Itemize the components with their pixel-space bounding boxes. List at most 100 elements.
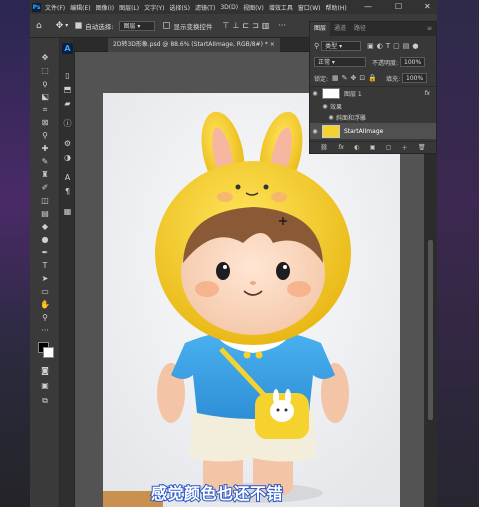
menu-filter[interactable]: 滤镜(T) bbox=[195, 3, 215, 12]
layer-row-1[interactable]: ◉ 图层 1 fx bbox=[310, 86, 436, 100]
frame-icon[interactable]: ⊠ bbox=[40, 118, 50, 128]
screen-mode-icon[interactable]: ▣ bbox=[40, 381, 50, 391]
blend-mode-value: 正常 bbox=[318, 59, 331, 66]
blur-icon[interactable]: ◆ bbox=[40, 222, 50, 232]
layer-row-startai[interactable]: ◉ StartAIImage bbox=[310, 123, 436, 139]
bevel-visibility-icon[interactable]: ◉ bbox=[326, 114, 336, 121]
auto-select-checkbox[interactable] bbox=[75, 22, 83, 29]
minimize-icon[interactable]: — bbox=[364, 2, 372, 11]
link-icon[interactable]: ⛓ bbox=[320, 144, 328, 151]
bevel-row[interactable]: ◉ 斜面和浮雕 bbox=[310, 112, 436, 122]
lock-icons[interactable]: ▦✎✥⊡🔒 bbox=[332, 74, 380, 82]
path-select-icon[interactable]: ➤ bbox=[40, 274, 50, 284]
delete-icon[interactable]: 🗑 bbox=[418, 144, 426, 151]
swatches-icon[interactable]: ▦ bbox=[62, 206, 73, 217]
opacity-label: 不透明度: bbox=[372, 59, 399, 67]
type-icon[interactable]: T bbox=[40, 261, 50, 271]
left-background bbox=[0, 0, 30, 507]
new-layer-icon[interactable]: ＋ bbox=[402, 143, 408, 152]
info-icon[interactable]: ⓘ bbox=[62, 118, 73, 129]
add-style-icon[interactable]: fx bbox=[338, 144, 344, 151]
blend-mode-dropdown[interactable]: 正常 ▾ bbox=[314, 57, 366, 67]
lasso-icon[interactable]: ϙ bbox=[40, 79, 50, 89]
brush-icon[interactable]: ✎ bbox=[40, 157, 50, 167]
tab-layers[interactable]: 图层 bbox=[310, 22, 331, 36]
effects-visibility-icon[interactable]: ◉ bbox=[320, 103, 330, 110]
effects-row[interactable]: ◉ 效果 bbox=[310, 101, 436, 111]
rectangle-icon[interactable]: ▭ bbox=[40, 287, 50, 297]
tab-channels[interactable]: 通道 bbox=[330, 22, 350, 36]
extras-icon[interactable]: ⧉ bbox=[40, 396, 50, 406]
layer-filter-row: ⚲ 类型 ▾ ▣◐T▢▤● bbox=[310, 40, 436, 52]
filter-icons[interactable]: ▣◐T▢▤● bbox=[367, 42, 421, 50]
menu-bar: Ps 文件(F) 编辑(E) 图像(I) 图层(L) 文字(Y) 选择(S) 滤… bbox=[30, 0, 437, 14]
menu-select[interactable]: 选择(S) bbox=[169, 3, 190, 12]
menu-image[interactable]: 图像(I) bbox=[96, 3, 114, 12]
hand-icon[interactable]: ✋ bbox=[40, 300, 50, 310]
lock-row: 锁定: ▦✎✥⊡🔒 填充: 100% bbox=[310, 72, 436, 84]
text-icon[interactable]: A bbox=[62, 172, 73, 183]
eyedropper-icon[interactable]: ⚲ bbox=[40, 131, 50, 141]
auto-select-dropdown[interactable]: 图层 ▾ bbox=[119, 20, 156, 31]
menu-window[interactable]: 窗口(W) bbox=[298, 3, 321, 12]
layer-filter-dropdown[interactable]: 类型 ▾ bbox=[321, 41, 362, 51]
crop-icon[interactable]: ⌗ bbox=[40, 105, 50, 115]
quick-mask-icon[interactable]: ◙ bbox=[40, 366, 50, 376]
paragraph-icon[interactable]: ⬒ bbox=[62, 84, 73, 95]
group-icon[interactable]: ▢ bbox=[386, 144, 392, 151]
character-icon[interactable]: ▯ bbox=[62, 70, 73, 81]
home-icon[interactable]: ⌂ bbox=[36, 21, 42, 31]
document-tab[interactable]: 2D转3D形象.psd @ 88.6% (StartAIImage, RGB/8… bbox=[108, 38, 280, 52]
menu-help[interactable]: 帮助(H) bbox=[326, 3, 347, 12]
eraser-icon[interactable]: ◫ bbox=[40, 196, 50, 206]
menu-type[interactable]: 文字(Y) bbox=[144, 3, 164, 12]
paragraph-mark-icon[interactable]: ¶ bbox=[62, 186, 73, 197]
fill-label: 填充: bbox=[385, 75, 400, 83]
adjustments-icon[interactable]: ◑ bbox=[62, 152, 73, 163]
stamp-icon[interactable]: ♜ bbox=[40, 170, 50, 180]
fx-badge[interactable]: fx bbox=[424, 90, 430, 97]
menu-layer[interactable]: 图层(L) bbox=[119, 3, 139, 12]
marquee-icon[interactable]: ⬚ bbox=[40, 66, 50, 76]
healing-icon[interactable]: ✚ bbox=[40, 144, 50, 154]
comment-icon[interactable]: ▰ bbox=[62, 98, 73, 109]
close-window-icon[interactable]: ✕ bbox=[424, 2, 431, 11]
zoom-icon[interactable]: ⚲ bbox=[40, 313, 50, 323]
startai-visibility-icon[interactable]: ◉ bbox=[310, 128, 320, 135]
maximize-icon[interactable]: ☐ bbox=[395, 2, 402, 11]
adobe-a-icon[interactable]: A bbox=[62, 43, 73, 54]
visibility-icon[interactable]: ◉ bbox=[310, 90, 320, 97]
opacity-field[interactable]: 100% bbox=[400, 57, 426, 67]
effects-label: 效果 bbox=[330, 103, 343, 111]
more-tools-icon[interactable]: ··· bbox=[40, 326, 50, 336]
pen-icon[interactable]: ✒ bbox=[40, 248, 50, 258]
panel-menu-icon[interactable]: ≡ bbox=[423, 22, 436, 36]
document-canvas[interactable] bbox=[103, 93, 400, 507]
layer-name-startai[interactable]: StartAIImage bbox=[344, 128, 383, 135]
layer-name-1[interactable]: 图层 1 bbox=[344, 89, 362, 98]
menu-view[interactable]: 视图(V) bbox=[243, 3, 264, 12]
close-tab-icon[interactable]: × bbox=[270, 41, 275, 48]
menu-edit[interactable]: 编辑(E) bbox=[70, 3, 90, 12]
properties-icon[interactable]: ⚙ bbox=[62, 138, 73, 149]
vertical-scrollbar[interactable] bbox=[424, 150, 437, 507]
dodge-icon[interactable]: ● bbox=[40, 235, 50, 245]
show-transform-checkbox[interactable] bbox=[163, 22, 171, 29]
move-tool-icon[interactable]: ✥ bbox=[56, 21, 64, 31]
chevron-down-icon[interactable]: ▾ bbox=[65, 22, 68, 29]
background-color-swatch[interactable] bbox=[43, 347, 54, 358]
menu-plugins[interactable]: 增效工具 bbox=[269, 3, 293, 12]
history-brush-icon[interactable]: ✐ bbox=[40, 183, 50, 193]
gradient-icon[interactable]: ▤ bbox=[40, 209, 50, 219]
object-select-icon[interactable]: ⬕ bbox=[40, 92, 50, 102]
fill-field[interactable]: 100% bbox=[402, 73, 428, 83]
align-icons[interactable]: ⊤⊥⊏⊐▥ bbox=[222, 21, 272, 30]
more-icon[interactable]: ··· bbox=[278, 21, 286, 30]
tab-paths[interactable]: 路径 bbox=[350, 22, 370, 36]
menu-file[interactable]: 文件(F) bbox=[45, 3, 65, 12]
menu-3d[interactable]: 3D(D) bbox=[220, 4, 238, 11]
scrollbar-thumb[interactable] bbox=[428, 240, 433, 420]
mask-icon[interactable]: ◐ bbox=[354, 144, 359, 151]
move-icon[interactable]: ✥ bbox=[40, 53, 50, 63]
adjustment-icon[interactable]: ▣ bbox=[370, 144, 376, 151]
